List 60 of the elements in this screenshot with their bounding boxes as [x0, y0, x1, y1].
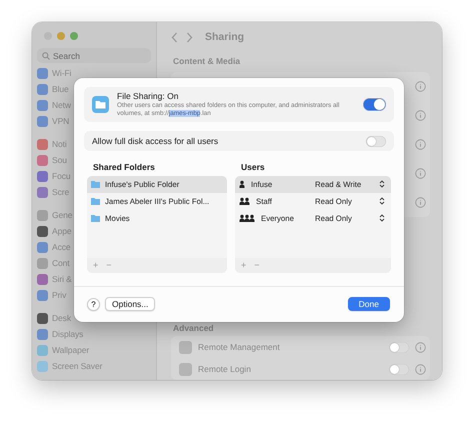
- chevron-icon: [379, 180, 385, 188]
- zoom-button[interactable]: [70, 32, 78, 40]
- service-icon: [179, 362, 192, 376]
- info-icon[interactable]: [415, 364, 426, 374]
- sidebar-item[interactable]: VPN: [52, 116, 70, 126]
- help-button[interactable]: ?: [87, 298, 100, 311]
- info-icon[interactable]: [415, 81, 426, 92]
- back-icon[interactable]: [171, 32, 178, 42]
- sidebar-item[interactable]: Displays: [52, 329, 84, 339]
- sidebar-item[interactable]: Appe: [52, 226, 72, 236]
- info-icon[interactable]: [415, 342, 426, 352]
- info-icon[interactable]: [415, 110, 426, 121]
- sidebar-item[interactable]: Blue: [52, 84, 69, 94]
- sidebar-item[interactable]: Wi-Fi: [52, 68, 72, 78]
- add-button[interactable]: +: [241, 260, 246, 270]
- setting-label: Allow full disk access for all users: [92, 136, 218, 146]
- sidebar-item[interactable]: Wallpaper: [52, 345, 90, 355]
- sidebar-item[interactable]: Priv: [52, 290, 66, 300]
- toggle[interactable]: [389, 364, 409, 374]
- sidebar-item[interactable]: Desk: [52, 313, 71, 323]
- info-icon[interactable]: [415, 197, 426, 208]
- sidebar-item[interactable]: Gene: [52, 210, 72, 220]
- section-title: Content & Media: [173, 56, 242, 66]
- setting-label: Remote Management: [198, 342, 281, 352]
- done-button[interactable]: Done: [348, 297, 390, 312]
- person-icon: [239, 180, 246, 188]
- two-people-icon: [239, 197, 251, 206]
- three-people-icon: [239, 214, 256, 222]
- info-icon[interactable]: [415, 168, 426, 179]
- window-title: Sharing: [205, 31, 244, 43]
- sidebar-item[interactable]: Scre: [52, 187, 70, 197]
- minimize-button[interactable]: [57, 32, 65, 40]
- toggle[interactable]: [366, 136, 386, 146]
- list-title: Users: [241, 162, 266, 173]
- sidebar-item[interactable]: Cont: [52, 258, 70, 268]
- sidebar-item[interactable]: Acce: [52, 242, 70, 252]
- search-field[interactable]: Search: [37, 48, 151, 63]
- remove-button[interactable]: −: [106, 260, 112, 270]
- search-icon: [42, 52, 50, 60]
- options-button[interactable]: Options...: [105, 297, 156, 312]
- add-button[interactable]: +: [93, 260, 98, 270]
- sidebar-item[interactable]: Netw: [52, 100, 71, 110]
- chevron-icon: [379, 197, 385, 206]
- sidebar-item[interactable]: Focu: [52, 171, 70, 181]
- forward-icon[interactable]: [186, 32, 193, 42]
- folder-icon: [92, 96, 109, 114]
- sidebar-item[interactable]: Sou: [52, 155, 67, 165]
- service-icon: [179, 340, 192, 354]
- sidebar-item[interactable]: Screen Saver: [52, 361, 102, 371]
- sidebar-item[interactable]: Siri &: [52, 274, 72, 284]
- section-title: Advanced: [173, 323, 215, 333]
- info-icon[interactable]: [415, 139, 426, 150]
- setting-label: Remote Login: [198, 364, 252, 374]
- list-title: Shared Folders: [93, 162, 156, 173]
- toggle[interactable]: [363, 98, 386, 112]
- service-title: File Sharing: On: [117, 91, 180, 102]
- toggle[interactable]: [389, 342, 409, 352]
- chevron-icon: [379, 214, 385, 222]
- sidebar-item[interactable]: Noti: [52, 139, 67, 149]
- remove-button[interactable]: −: [254, 260, 260, 270]
